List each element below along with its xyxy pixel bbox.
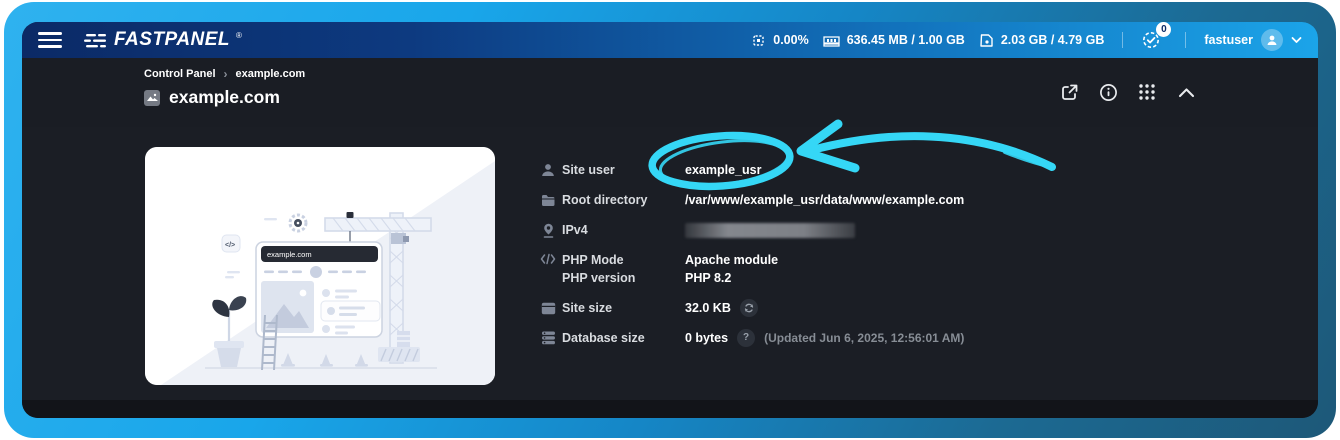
topbar: FASTPANEL ® 0.00% — [22, 22, 1318, 58]
breadcrumb-separator-icon: › — [224, 69, 228, 79]
open-site-button[interactable] — [1059, 82, 1079, 102]
brand-name: FASTPANEL — [114, 30, 230, 50]
page-title: example.com — [169, 87, 280, 108]
root-directory-row: Root directory /var/www/example_usr/data… — [540, 191, 964, 209]
breadcrumb: Control Panel › example.com — [144, 68, 1196, 80]
chevron-down-icon — [1291, 36, 1302, 44]
php-version-value: PHP 8.2 — [685, 269, 731, 287]
site-image-icon — [144, 90, 160, 106]
topbar-divider — [1185, 32, 1186, 48]
external-link-icon — [1060, 83, 1079, 102]
person-icon — [1266, 34, 1278, 46]
ipv4-label: IPv4 — [562, 221, 685, 239]
site-size-value: 32.0 KB — [685, 299, 731, 317]
page-header: Control Panel › example.com example.com — [22, 58, 1318, 127]
refresh-site-size-button[interactable] — [740, 299, 758, 317]
tasks-badge: 0 — [1156, 22, 1171, 37]
cpu-usage-stat[interactable]: 0.00% — [751, 33, 808, 48]
panel-footer — [22, 400, 1318, 418]
avatar — [1261, 29, 1283, 51]
site-size-label: Site size — [562, 299, 685, 317]
ram-usage-value: 636.45 MB / 1.00 GB — [847, 33, 965, 47]
user-name: fastuser — [1204, 33, 1253, 47]
database-size-help-button[interactable]: ? — [737, 329, 755, 347]
breadcrumb-item-site[interactable]: example.com — [236, 68, 306, 80]
ram-usage-stat[interactable]: 636.45 MB / 1.00 GB — [823, 33, 965, 47]
ipv4-redacted-value — [685, 223, 855, 238]
ram-icon — [823, 34, 840, 47]
site-preview-illustration: example.com — [145, 147, 495, 385]
main-panel: FASTPANEL ® 0.00% — [22, 22, 1318, 418]
database-size-label: Database size — [562, 329, 685, 347]
code-chip-text: </> — [225, 242, 235, 249]
apps-grid-icon — [1138, 83, 1156, 101]
topbar-divider — [1122, 32, 1123, 48]
php-mode-value: Apache module — [685, 251, 778, 269]
code-icon — [540, 253, 556, 265]
root-directory-label: Root directory — [562, 191, 685, 209]
site-details-list: Site user example_usr Root directory /va… — [540, 147, 964, 400]
browser-window-icon — [540, 302, 556, 315]
brand-registered-mark: ® — [236, 32, 242, 40]
apps-grid-button[interactable] — [1137, 82, 1157, 102]
equalizer-icon — [84, 33, 108, 50]
disk-usage-stat[interactable]: 2.03 GB / 4.79 GB — [979, 33, 1105, 48]
site-size-row: Site size 32.0 KB — [540, 299, 964, 317]
root-directory-value: /var/www/example_usr/data/www/example.co… — [685, 191, 964, 209]
disk-icon — [979, 33, 994, 48]
browser-url-text: example.com — [267, 250, 312, 259]
php-version-label: PHP version — [562, 269, 685, 287]
database-size-updated-note: (Updated Jun 6, 2025, 12:56:01 AM) — [764, 329, 964, 347]
chevron-up-icon — [1178, 87, 1195, 98]
info-button[interactable] — [1098, 82, 1118, 102]
disk-usage-value: 2.03 GB / 4.79 GB — [1001, 33, 1105, 47]
database-size-row: Database size 0 bytes ? (Updated Jun 6, … — [540, 329, 964, 347]
info-icon — [1099, 83, 1118, 102]
php-mode-label: PHP Mode — [562, 251, 685, 269]
ipv4-row: IPv4 — [540, 221, 964, 239]
code-chip-graphic: </> — [222, 235, 240, 252]
user-menu[interactable]: fastuser — [1204, 29, 1302, 51]
breadcrumb-item-control-panel[interactable]: Control Panel — [144, 68, 216, 80]
brand-logo[interactable]: FASTPANEL ® — [84, 30, 242, 50]
database-icon — [540, 331, 556, 345]
menu-icon[interactable] — [38, 32, 62, 48]
cpu-icon — [751, 33, 766, 48]
site-user-value: example_usr — [685, 161, 761, 179]
refresh-icon — [744, 303, 754, 313]
user-icon — [540, 163, 556, 177]
folder-icon — [540, 194, 556, 207]
gear-icon — [290, 215, 306, 231]
location-pin-icon — [540, 223, 556, 238]
php-row: PHP Mode Apache module PHP version PHP 8… — [540, 251, 964, 287]
site-user-label: Site user — [562, 161, 685, 179]
site-overview-section: example.com — [22, 127, 1318, 400]
database-size-value: 0 bytes — [685, 329, 728, 347]
tasks-button[interactable]: 0 — [1141, 28, 1167, 52]
cpu-usage-value: 0.00% — [773, 33, 808, 47]
collapse-button[interactable] — [1176, 82, 1196, 102]
site-user-row: Site user example_usr — [540, 161, 964, 179]
